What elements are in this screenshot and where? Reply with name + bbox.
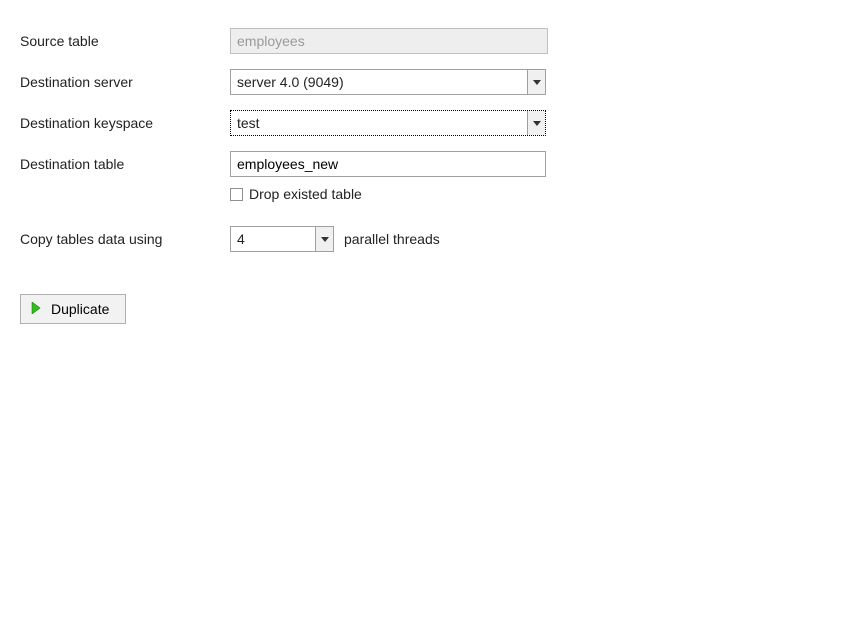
source-table-label: Source table — [20, 33, 230, 49]
duplicate-button[interactable]: Duplicate — [20, 294, 126, 324]
chevron-down-icon — [533, 80, 541, 85]
destination-server-label: Destination server — [20, 74, 230, 90]
chevron-down-icon — [321, 237, 329, 242]
destination-table-input[interactable] — [230, 151, 546, 177]
copy-threads-label: Copy tables data using — [20, 231, 230, 247]
destination-keyspace-value: test — [231, 115, 527, 131]
destination-server-value: server 4.0 (9049) — [231, 74, 527, 90]
destination-keyspace-label: Destination keyspace — [20, 115, 230, 131]
destination-server-dropdown-button[interactable] — [527, 70, 545, 94]
destination-table-label: Destination table — [20, 156, 230, 172]
parallel-threads-label: parallel threads — [344, 231, 440, 247]
destination-keyspace-dropdown-button[interactable] — [527, 111, 545, 135]
threads-dropdown-button[interactable] — [315, 227, 333, 251]
destination-keyspace-combo[interactable]: test — [230, 110, 546, 136]
threads-combo[interactable]: 4 — [230, 226, 334, 252]
threads-value: 4 — [231, 231, 315, 247]
drop-existed-label[interactable]: Drop existed table — [249, 186, 362, 202]
source-table-field: employees — [230, 28, 548, 54]
play-icon — [31, 301, 41, 317]
destination-server-combo[interactable]: server 4.0 (9049) — [230, 69, 546, 95]
chevron-down-icon — [533, 121, 541, 126]
duplicate-button-label: Duplicate — [51, 301, 109, 317]
drop-existed-checkbox[interactable] — [230, 188, 243, 201]
